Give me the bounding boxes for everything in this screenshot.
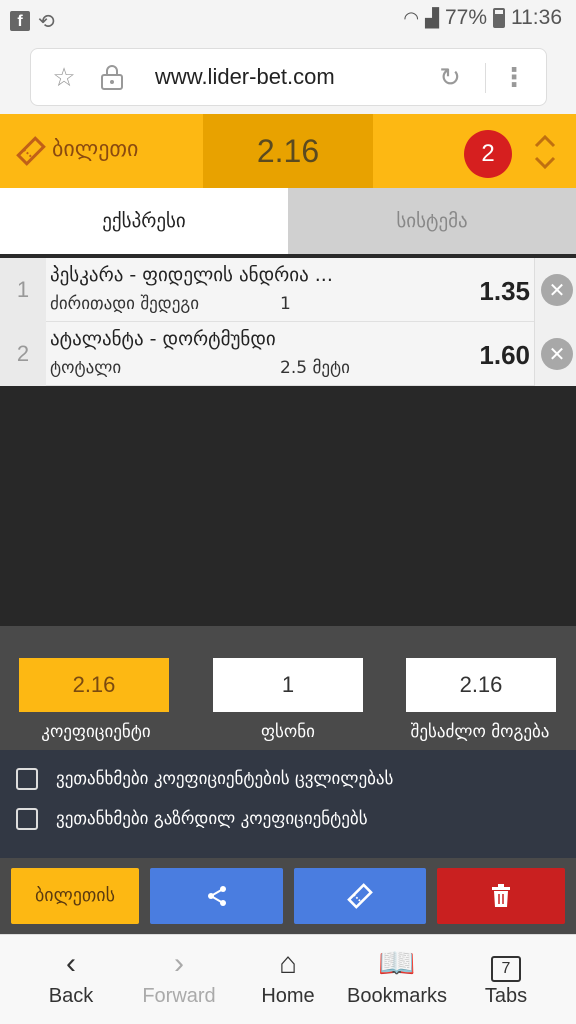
ticket-icon	[347, 883, 373, 909]
wifi-icon: ◠	[403, 7, 420, 28]
star-icon[interactable]: ☆	[49, 63, 79, 93]
nav-tabs-label: Tabs	[484, 985, 528, 1007]
bet-list: 1 პესკარა - ფიდელის ანდრია ... ძირითადი …	[0, 258, 576, 386]
expand-collapse-icon[interactable]	[530, 132, 560, 172]
nav-forward-label: Forward	[142, 985, 216, 1007]
nav-bookmarks-label: Bookmarks	[346, 985, 448, 1007]
action-bar: ბილეთის	[0, 858, 576, 934]
bet-type-tabs: ექსპრესი სისტემა	[0, 188, 576, 254]
stake-input[interactable]: 1	[213, 658, 363, 712]
status-right: ◠ ▟ 77% 11:36	[403, 6, 562, 30]
bet-match: ატალანტა - დორტმუნდი	[50, 328, 276, 350]
ticket-title: ბილეთი	[52, 136, 139, 162]
coefficient-label: კოეფიციენტი	[41, 722, 151, 742]
accept-odds-changes-checkbox[interactable]	[16, 768, 38, 790]
delete-button[interactable]	[437, 868, 565, 924]
accept-higher-odds-label: ვეთანხმები გაზრდილ კოეფიციენტებს	[56, 809, 368, 829]
total-odds: 2.16	[203, 114, 373, 188]
ticket-title-group[interactable]: ბილეთი	[16, 136, 139, 166]
place-bet-button[interactable]: ბილეთის	[11, 868, 139, 924]
nav-home-label: Home	[261, 985, 315, 1007]
coefficient-field: 2.16	[19, 658, 169, 712]
sync-icon: ⟲	[38, 9, 55, 33]
lock-icon	[97, 63, 127, 93]
bet-match: პესკარა - ფიდელის ანდრია ...	[50, 264, 333, 286]
address-bar[interactable]: ☆ www.lider-bet.com ↻ ⋮	[30, 48, 547, 106]
nav-back[interactable]: ‹ Back	[40, 943, 102, 1008]
status-left: f ⟲	[10, 9, 55, 33]
payout-field: 2.16	[406, 658, 556, 712]
stake-panel: 2.16 1 2.16 კოეფიციენტი ფსონი შესაძლო მო…	[0, 626, 576, 750]
nav-tabs[interactable]: 7 Tabs	[478, 943, 534, 1008]
signal-icon: ▟	[425, 7, 439, 28]
home-icon: ⌂	[278, 947, 298, 980]
bet-pick: 1	[280, 294, 291, 314]
bet-number: 2	[0, 322, 46, 386]
facebook-icon: f	[10, 11, 30, 31]
bet-number: 1	[0, 258, 46, 322]
stake-label: ფსონი	[261, 722, 315, 742]
remove-bet-button[interactable]: ✕	[534, 322, 576, 386]
bet-market: ძირითადი შედეგი	[50, 294, 200, 314]
ticket-header: ბილეთი 2.16 2	[0, 114, 576, 188]
nav-home[interactable]: ⌂ Home	[256, 943, 320, 1008]
empty-area	[0, 386, 576, 626]
clock: 11:36	[511, 6, 562, 29]
bet-odds: 1.35	[479, 276, 530, 306]
share-icon	[207, 886, 226, 906]
tab-system[interactable]: სისტემა	[288, 188, 576, 254]
url-divider	[485, 63, 486, 93]
bet-count-badge: 2	[464, 130, 512, 178]
trash-icon	[492, 884, 510, 907]
tab-express[interactable]: ექსპრესი	[0, 188, 288, 254]
close-icon: ✕	[541, 338, 573, 370]
bet-row: 1 პესკარა - ფიდელის ანდრია ... ძირითადი …	[0, 258, 576, 322]
ticket-button[interactable]	[294, 868, 426, 924]
battery-percent: 77%	[444, 6, 487, 29]
accept-odds-changes-label: ვეთანხმები კოეფიციენტების ცვლილებას	[56, 769, 394, 789]
bookmarks-icon: 📖	[378, 947, 416, 980]
payout-label: შესაძლო მოგება	[410, 722, 550, 742]
battery-icon	[493, 8, 505, 28]
options-panel: ვეთანხმები კოეფიციენტების ცვლილებას ვეთა…	[0, 750, 576, 858]
back-icon: ‹	[66, 947, 76, 980]
forward-icon: ›	[174, 947, 184, 980]
status-bar: f ⟲ ◠ ▟ 77% 11:36	[0, 0, 576, 40]
nav-forward[interactable]: › Forward	[136, 943, 222, 1008]
tab-count: 7	[491, 956, 521, 982]
bet-row: 2 ატალანტა - დორტმუნდი ტოტალი 2.5 მეტი 1…	[0, 322, 576, 386]
ticket-icon	[16, 136, 46, 166]
close-icon: ✕	[541, 274, 573, 306]
accept-higher-odds-option[interactable]: ვეთანხმები გაზრდილ კოეფიციენტებს	[16, 808, 368, 830]
nav-back-label: Back	[48, 985, 94, 1007]
remove-bet-button[interactable]: ✕	[534, 258, 576, 322]
share-button[interactable]	[150, 868, 283, 924]
bet-pick: 2.5 მეტი	[280, 358, 350, 378]
nav-bookmarks[interactable]: 📖 Bookmarks	[342, 943, 452, 1008]
browser-toolbar: ☆ www.lider-bet.com ↻ ⋮	[0, 40, 576, 114]
bet-odds: 1.60	[479, 340, 530, 370]
reload-icon[interactable]: ↻	[435, 63, 465, 93]
url-text[interactable]: www.lider-bet.com	[155, 64, 335, 90]
accept-odds-changes-option[interactable]: ვეთანხმები კოეფიციენტების ცვლილებას	[16, 768, 393, 790]
accept-higher-odds-checkbox[interactable]	[16, 808, 38, 830]
tabs-icon: 7	[478, 943, 534, 985]
bet-market: ტოტალი	[50, 358, 122, 378]
browser-nav-bar: ‹ Back › Forward ⌂ Home 📖 Bookmarks 7 Ta…	[0, 934, 576, 1024]
more-menu-icon[interactable]: ⋮	[499, 63, 529, 93]
